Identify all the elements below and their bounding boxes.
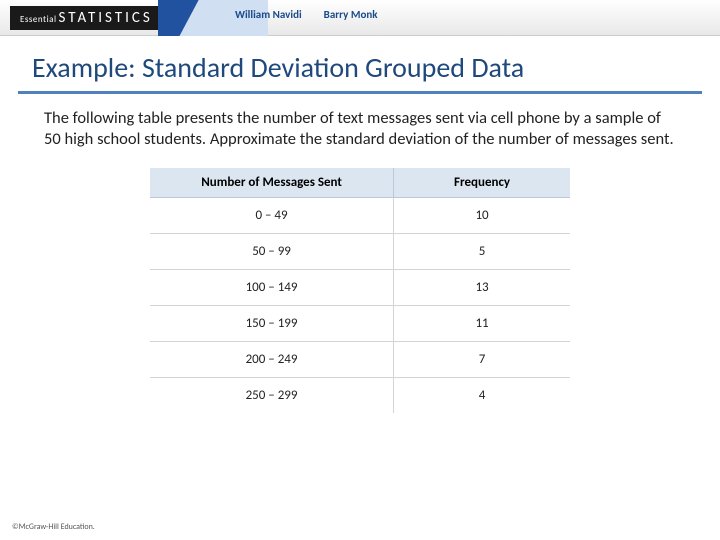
cell-freq: 4 — [394, 378, 570, 414]
cell-freq: 10 — [394, 198, 570, 234]
cell-range: 100 – 149 — [150, 270, 394, 306]
table-row: 150 – 199 11 — [150, 306, 570, 342]
cell-range: 0 – 49 — [150, 198, 394, 234]
slide-title: Example: Standard Deviation Grouped Data — [32, 50, 688, 85]
title-underline — [18, 91, 702, 94]
table-row: 200 – 249 7 — [150, 342, 570, 378]
cell-freq: 11 — [394, 306, 570, 342]
slide-body: Example: Standard Deviation Grouped Data… — [0, 36, 720, 413]
cell-range: 50 – 99 — [150, 234, 394, 270]
table-row: 0 – 49 10 — [150, 198, 570, 234]
brand-logo: Essential STATISTICS — [10, 6, 163, 30]
brand-prefix: Essential — [20, 14, 57, 25]
frequency-table: Number of Messages Sent Frequency 0 – 49… — [150, 168, 570, 413]
table-row: 100 – 149 13 — [150, 270, 570, 306]
author-1: William Navidi — [235, 8, 302, 21]
top-banner: Essential STATISTICS William Navidi Barr… — [0, 0, 720, 36]
cell-range: 200 – 249 — [150, 342, 394, 378]
cell-freq: 13 — [394, 270, 570, 306]
table-container: Number of Messages Sent Frequency 0 – 49… — [0, 168, 720, 413]
slide-description: The following table presents the number … — [44, 108, 676, 150]
cell-freq: 5 — [394, 234, 570, 270]
author-2: Barry Monk — [324, 8, 378, 21]
cell-range: 250 – 299 — [150, 378, 394, 414]
authors: William Navidi Barry Monk — [235, 8, 378, 21]
col-header-range: Number of Messages Sent — [150, 168, 394, 198]
cell-freq: 7 — [394, 342, 570, 378]
cell-range: 150 – 199 — [150, 306, 394, 342]
table-row: 50 – 99 5 — [150, 234, 570, 270]
col-header-frequency: Frequency — [394, 168, 570, 198]
table-header-row: Number of Messages Sent Frequency — [150, 168, 570, 198]
table-row: 250 – 299 4 — [150, 378, 570, 414]
copyright-footer: ©McGraw-Hill Education. — [12, 522, 95, 532]
brand-main: STATISTICS — [59, 9, 153, 27]
